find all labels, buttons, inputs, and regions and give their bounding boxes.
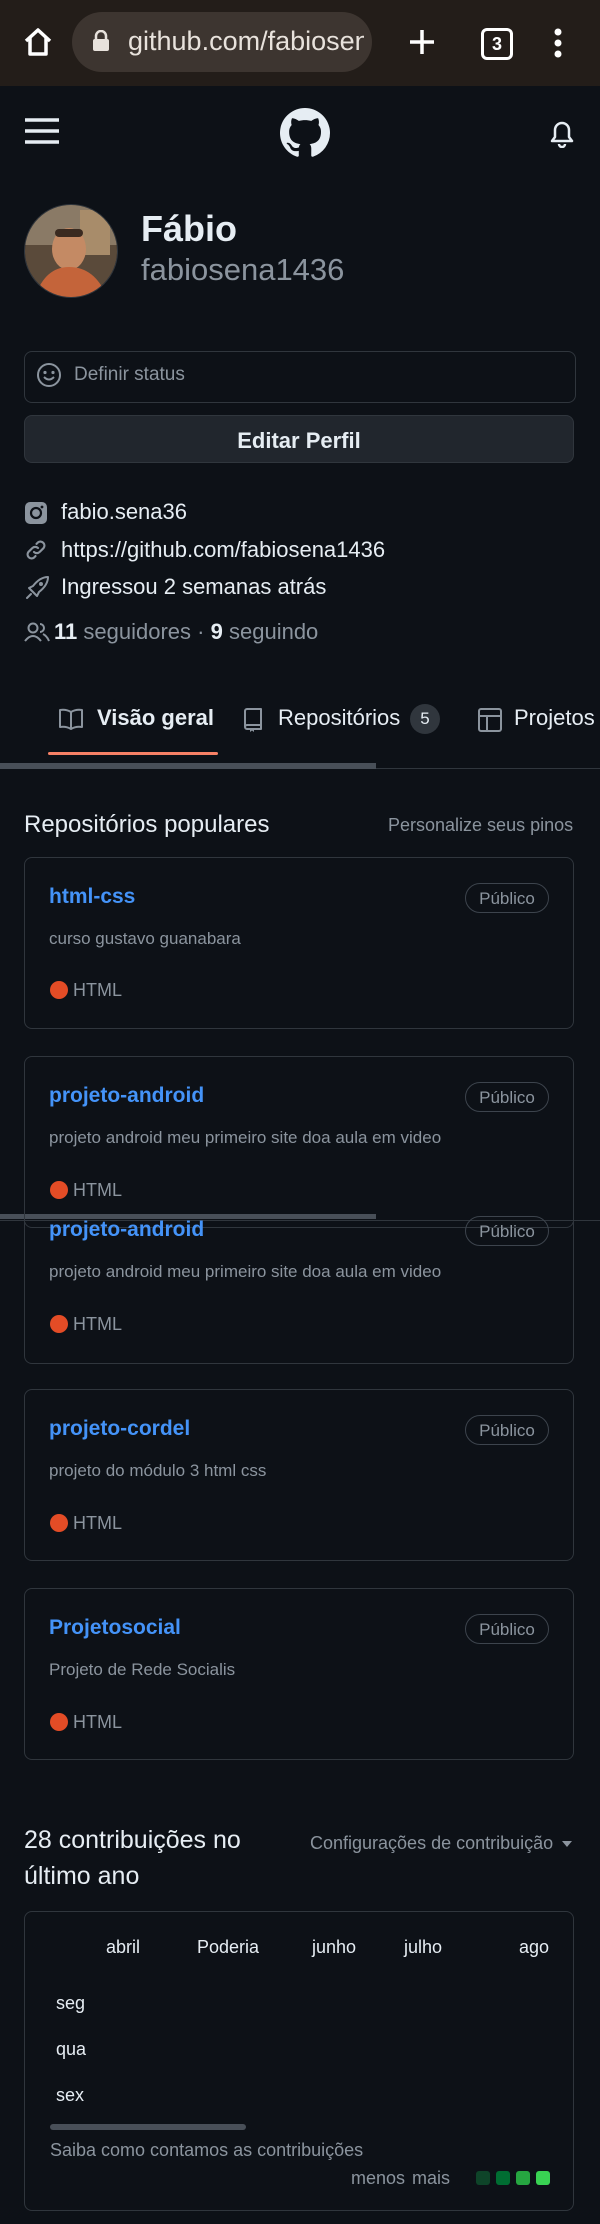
- visibility-badge: Público: [465, 1614, 549, 1644]
- legend-more-label: mais: [412, 2168, 451, 2188]
- legend-cell: [536, 2171, 550, 2185]
- tab-projects[interactable]: Projetos: [514, 705, 595, 731]
- legend-cell: [516, 2171, 530, 2185]
- set-status-label: Definir status: [74, 364, 185, 385]
- active-tab-indicator: [48, 752, 218, 755]
- follow-separator: ·: [197, 619, 205, 644]
- weekday-label: qua: [56, 2039, 87, 2059]
- repo-description: Projeto de Rede Socialis: [49, 1660, 236, 1679]
- month-label: ago: [519, 1937, 550, 1957]
- follow-stats: 11 seguidores · 9 seguindo: [54, 619, 318, 645]
- instagram-link[interactable]: fabio.sena36: [61, 499, 187, 525]
- visibility-badge: Público: [465, 1415, 549, 1445]
- visibility-badge: Público: [465, 1216, 549, 1246]
- repo-name-link[interactable]: projeto-android: [49, 1084, 204, 1108]
- people-icon: [24, 621, 50, 643]
- lock-icon: [92, 30, 110, 52]
- edit-profile-button[interactable]: Editar Perfil: [24, 415, 574, 463]
- join-date: Ingressou 2 semanas atrás: [61, 574, 327, 599]
- repo-description: projeto android meu primeiro site doa au…: [49, 1128, 442, 1147]
- table-icon: [477, 707, 503, 733]
- link-icon: [24, 538, 48, 562]
- contributions-help-link[interactable]: Saiba como contamos as contribuições: [50, 2140, 363, 2161]
- month-label: Poderia: [197, 1937, 260, 1957]
- repo-description: projeto do módulo 3 html css: [49, 1461, 267, 1480]
- weekday-label: seg: [56, 1993, 86, 2013]
- customize-pins-link[interactable]: Personalize seus pinos: [388, 815, 573, 836]
- url-text[interactable]: github.com/fabiosena1436: [128, 26, 364, 57]
- repo-name-link[interactable]: Projetosocial: [49, 1616, 181, 1640]
- language-color-dot: [50, 1315, 68, 1333]
- visibility-badge: Público: [465, 883, 549, 913]
- instagram-icon: [24, 501, 48, 525]
- repo-name-link[interactable]: projeto-android: [49, 1218, 204, 1242]
- weekday-label: sex: [56, 2085, 85, 2105]
- contribution-settings-label: Configurações de contribuição: [310, 1833, 554, 1853]
- month-label: junho: [312, 1937, 357, 1957]
- visibility-badge: Público: [465, 1082, 549, 1112]
- rocket-icon: [24, 575, 49, 599]
- month-label: julho: [404, 1937, 443, 1957]
- book-icon: [58, 707, 84, 731]
- repositories-counter: 5: [410, 704, 440, 734]
- smiley-icon: [36, 362, 62, 388]
- contribution-settings-dropdown[interactable]: Configurações de contribuição: [310, 1833, 573, 1854]
- repo-name-link[interactable]: projeto-cordel: [49, 1417, 190, 1441]
- tab-overview[interactable]: Visão geral: [97, 705, 214, 731]
- profile-username: fabiosena1436: [141, 252, 345, 287]
- legend-cell: [476, 2171, 490, 2185]
- repo-icon: [242, 707, 264, 733]
- language-color-dot: [50, 1713, 68, 1731]
- hamburger-menu-icon[interactable]: [25, 117, 59, 145]
- repo-description: projeto android meu primeiro site doa au…: [49, 1262, 442, 1281]
- following-label[interactable]: seguindo: [229, 619, 318, 644]
- followers-count[interactable]: 11: [54, 619, 77, 644]
- caret-down-icon: [562, 1841, 573, 1848]
- calendar-scrollbar[interactable]: [50, 2124, 246, 2130]
- tabs-scrollbar[interactable]: [0, 763, 376, 769]
- home-icon[interactable]: [22, 26, 54, 58]
- repo-language: HTML: [73, 1314, 122, 1334]
- more-menu-icon[interactable]: [552, 28, 564, 58]
- following-count[interactable]: 9: [211, 619, 223, 644]
- legend-cell: [496, 2171, 510, 2185]
- website-link[interactable]: https://github.com/fabiosena1436: [61, 537, 385, 563]
- profile-name: Fábio: [141, 208, 237, 249]
- repo-language: HTML: [73, 1513, 122, 1533]
- tab-repositories[interactable]: Repositórios: [278, 705, 400, 731]
- repo-language: HTML: [73, 980, 122, 1000]
- repo-description: curso gustavo guanabara: [49, 929, 241, 948]
- month-label: abril: [106, 1937, 141, 1957]
- language-color-dot: [50, 1514, 68, 1532]
- followers-label[interactable]: seguidores: [83, 619, 191, 644]
- tab-switcher-button[interactable]: 3: [481, 28, 513, 60]
- avatar[interactable]: [24, 204, 118, 298]
- notification-bell-icon[interactable]: [549, 120, 575, 148]
- language-color-dot: [50, 981, 68, 999]
- contributions-title: 28 contribuições no último ano: [24, 1826, 241, 1890]
- popular-repos-title: Repositórios populares: [24, 811, 270, 838]
- github-logo-icon[interactable]: [280, 108, 330, 158]
- new-tab-icon[interactable]: [408, 28, 436, 56]
- repo-name-link[interactable]: html-css: [49, 885, 135, 909]
- repo-language: HTML: [73, 1712, 122, 1732]
- legend-less-label: menos: [351, 2168, 406, 2188]
